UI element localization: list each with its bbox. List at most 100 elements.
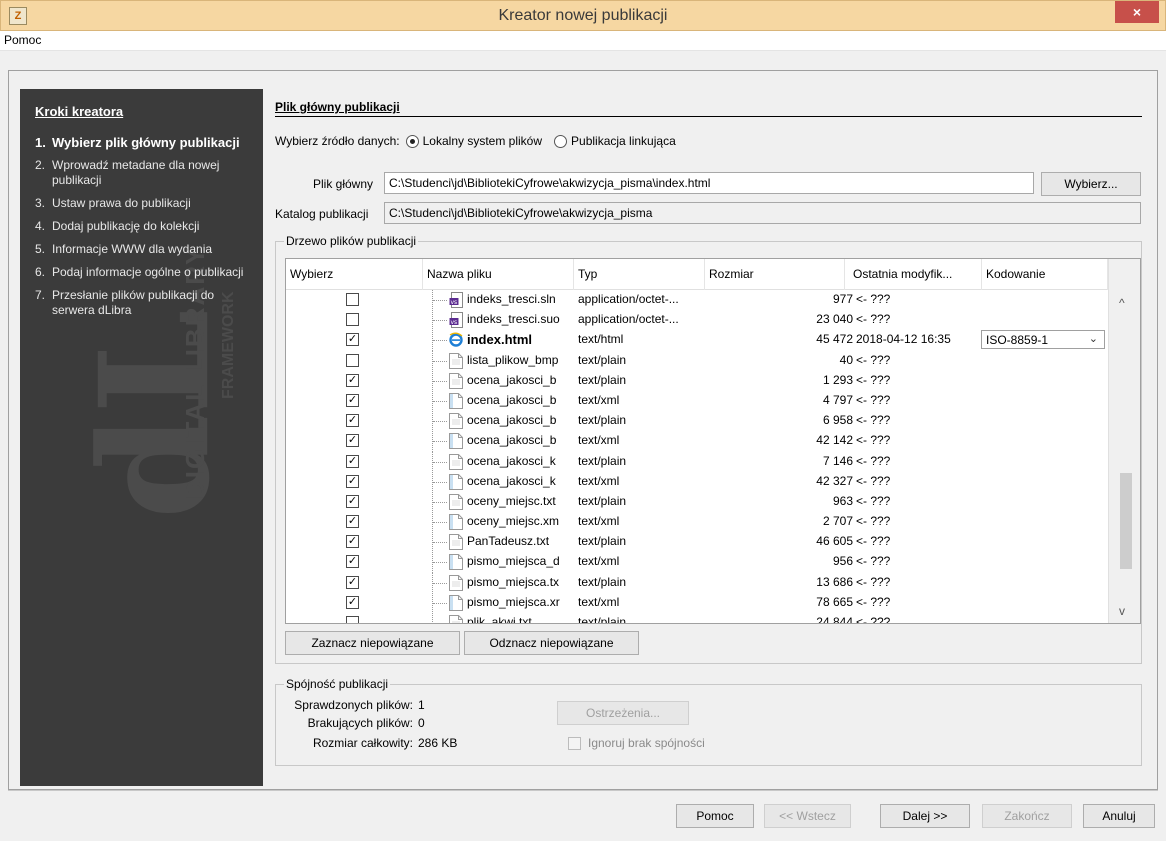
table-row[interactable]: ✓ ocena_jakosci_k text/plain 7 146 <- ???: [286, 451, 1108, 473]
file-name: index.html: [467, 332, 533, 348]
row-select-checkbox[interactable]: ✓: [346, 393, 359, 407]
col-select[interactable]: Wybierz: [286, 259, 423, 290]
wizard-steps-list: 1. Wybierz plik główny publikacji 2. Wprowa…: [35, 135, 255, 326]
row-select-checkbox[interactable]: ✓: [346, 555, 359, 569]
table-row[interactable]: ✓ pismo_miejsca.xr text/xml 78 665 <- ???: [286, 592, 1108, 614]
radio-unselected-icon[interactable]: [554, 134, 568, 148]
scroll-down-icon[interactable]: v: [1119, 604, 1125, 618]
row-select-checkbox[interactable]: ✓: [346, 474, 359, 488]
svg-text:vs: vs: [451, 319, 458, 326]
file-type: text/plain: [578, 453, 627, 468]
next-button[interactable]: Dalej >>: [880, 804, 970, 828]
file-size: 956: [832, 554, 853, 569]
file-modified: 2018-04-12 16:35: [856, 332, 951, 347]
step-number: 1.: [35, 135, 46, 150]
file-modified: <- ???: [856, 534, 891, 549]
warnings-button[interactable]: Ostrzeżenia...: [557, 701, 689, 725]
file-type: application/octet-...: [578, 292, 679, 306]
text-file-icon: [449, 493, 463, 510]
table-row[interactable]: ✓ pismo_miejsca_d text/xml 956 <- ???: [286, 552, 1108, 574]
table-row[interactable]: ✓ ocena_jakosci_b text/xml 42 142 <- ???: [286, 431, 1108, 453]
scroll-thumb[interactable]: [1120, 473, 1132, 569]
check-icon: ✓: [347, 515, 358, 528]
section-divider: [275, 116, 1142, 117]
tree-branch: [433, 441, 447, 443]
row-select-checkbox[interactable]: ✓: [346, 595, 359, 609]
choose-file-button[interactable]: Wybierz...: [1041, 172, 1141, 196]
radio-linked-label: Publikacja linkująca: [571, 134, 676, 148]
main-file-field[interactable]: C:\Studenci\jd\BibliotekiCyfrowe\akwizyc…: [384, 172, 1034, 194]
table-row[interactable]: lista_plikow_bmp text/plain 40 <- ???: [286, 350, 1108, 372]
radio-linked-publication[interactable]: Publikacja linkująca: [554, 134, 676, 148]
row-select-checkbox[interactable]: [346, 293, 359, 306]
file-type: text/xml: [578, 554, 620, 569]
row-select-checkbox[interactable]: ✓: [346, 414, 359, 428]
file-type: text/plain: [578, 534, 627, 549]
menu-item-help[interactable]: Pomoc: [4, 33, 41, 47]
table-row[interactable]: ✓ oceny_miejsc.txt text/plain 963 <- ???: [286, 491, 1108, 513]
radio-local-filesystem[interactable]: Lokalny system plików: [405, 134, 543, 148]
row-select-checkbox[interactable]: ✓: [346, 373, 359, 387]
col-encoding[interactable]: Kodowanie: [982, 259, 1108, 290]
row-select-checkbox[interactable]: [346, 353, 359, 367]
row-select-checkbox[interactable]: ✓: [346, 575, 359, 589]
file-size: 42 142: [816, 433, 853, 448]
table-row[interactable]: ✓ index.html text/html 45 472 2018-04-12 16:…: [286, 330, 1108, 352]
deselect-unrelated-button[interactable]: Odznacz niepowiązane: [464, 631, 639, 655]
row-select-checkbox[interactable]: ✓: [346, 494, 359, 508]
file-modified: <- ???: [856, 413, 891, 428]
encoding-select[interactable]: ISO-8859-1 ⌄: [981, 330, 1105, 350]
sidebar-title: Kroki kreatora: [35, 104, 124, 119]
row-select-checkbox[interactable]: [346, 313, 359, 327]
close-button[interactable]: ×: [1115, 1, 1159, 23]
col-modified[interactable]: Ostatnia modyfik...: [845, 259, 982, 290]
row-select-checkbox[interactable]: [346, 616, 359, 623]
file-size: 1 293: [822, 372, 853, 387]
cancel-button[interactable]: Anuluj: [1083, 804, 1155, 828]
table-row[interactable]: ✓ ocena_jakosci_b text/plain 1 293 <- ???: [286, 370, 1108, 392]
file-name: indeks_tresci.suo: [467, 312, 560, 327]
radio-local-label: Lokalny system plików: [422, 134, 543, 148]
wizard-step-2: 2. Wprowadź metadane dla nowej publikacji: [35, 158, 255, 188]
select-unrelated-button[interactable]: Zaznacz niepowiązane: [285, 631, 460, 655]
row-select-checkbox[interactable]: ✓: [346, 434, 359, 448]
back-button[interactable]: << Wstecz: [764, 804, 851, 828]
table-row[interactable]: vs indeks_tresci.suo application/octet-...…: [286, 310, 1108, 332]
text-file-icon: [449, 615, 463, 623]
table-row[interactable]: vs indeks_tresci.sln application/octet-...…: [286, 290, 1108, 311]
step-number: 4.: [35, 219, 46, 233]
table-row[interactable]: ✓ ocena_jakosci_k text/xml 42 327 <- ???: [286, 471, 1108, 493]
table-row[interactable]: ✓ oceny_miejsc.xm text/xml 2 707 <- ???: [286, 512, 1108, 534]
check-icon: ✓: [347, 434, 358, 447]
col-filename[interactable]: Nazwa pliku: [423, 259, 574, 290]
table-row[interactable]: ✓ ocena_jakosci_b text/plain 6 958 <- ???: [286, 411, 1108, 433]
col-size[interactable]: Rozmiar: [705, 259, 845, 290]
table-row[interactable]: plik_akwi.txt text/plain 24 844 <- ???: [286, 613, 1108, 623]
file-name: ocena_jakosci_b: [467, 433, 557, 448]
table-row[interactable]: ✓ PanTadeusz.txt text/plain 46 605 <- ???: [286, 532, 1108, 554]
row-select-checkbox[interactable]: ✓: [346, 454, 359, 468]
row-select-checkbox[interactable]: ✓: [346, 515, 359, 529]
file-type: text/html: [578, 332, 624, 347]
help-button[interactable]: Pomoc: [676, 804, 754, 828]
window-title: Kreator nowej publikacji: [498, 7, 668, 24]
chevron-down-icon[interactable]: ⌄: [1089, 332, 1098, 345]
check-icon: ✓: [347, 535, 358, 548]
file-size: 963: [832, 493, 853, 508]
table-row[interactable]: ✓ ocena_jakosci_b text/xml 4 797 <- ???: [286, 390, 1108, 412]
col-type[interactable]: Typ: [574, 259, 705, 290]
row-select-checkbox[interactable]: ✓: [346, 535, 359, 549]
main-file-label: Plik główny: [313, 177, 374, 191]
file-type: text/xml: [578, 433, 620, 448]
file-name: ocena_jakosci_k: [467, 473, 556, 488]
vertical-scrollbar[interactable]: ^ v: [1108, 259, 1140, 623]
finish-button[interactable]: Zakończ: [982, 804, 1072, 828]
step-label: Podaj informacje ogólne o publikacji: [52, 265, 244, 279]
row-select-checkbox[interactable]: ✓: [346, 333, 359, 347]
scroll-up-icon[interactable]: ^: [1119, 296, 1125, 310]
table-row[interactable]: ✓ pismo_miejsca.tx text/plain 13 686 <- ???: [286, 572, 1108, 594]
ignore-consistency-checkbox[interactable]: [568, 737, 581, 750]
radio-selected-icon[interactable]: [405, 134, 419, 148]
step-number: 5.: [35, 242, 46, 256]
file-type: text/plain: [578, 413, 627, 428]
